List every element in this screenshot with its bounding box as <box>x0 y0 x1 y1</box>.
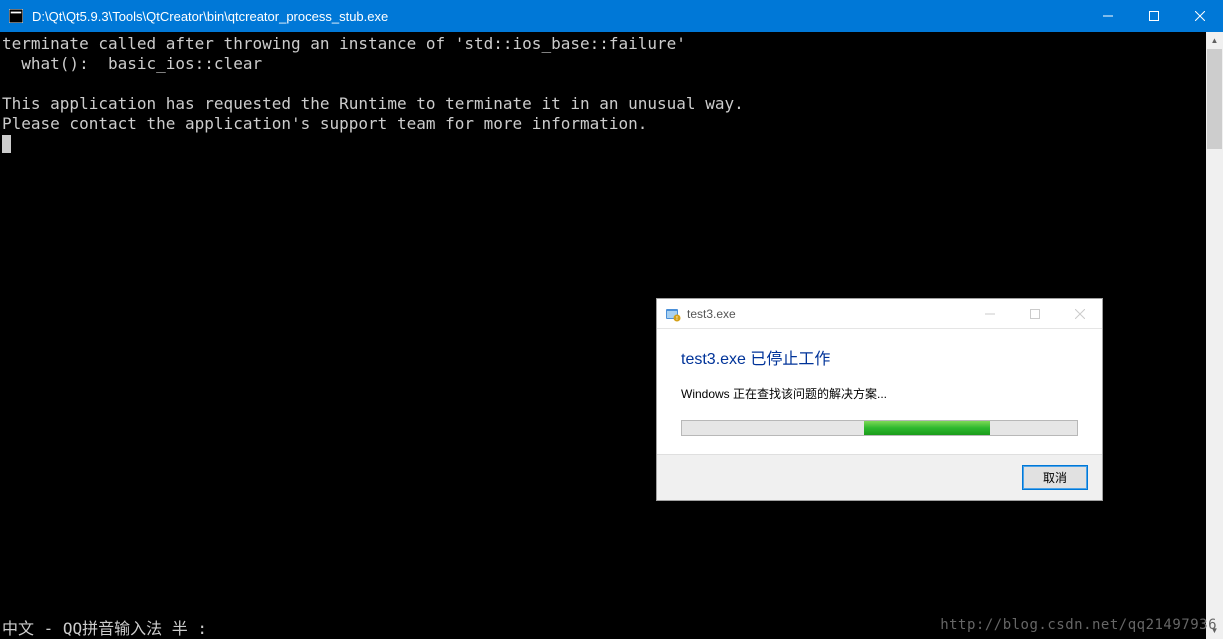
app-crash-icon: ! <box>665 306 681 322</box>
window-controls <box>1085 0 1223 32</box>
error-dialog: ! test3.exe test3.exe 已停止工作 Windows 正 <box>656 298 1103 501</box>
cancel-button[interactable]: 取消 <box>1022 465 1088 490</box>
dialog-close-button[interactable] <box>1057 299 1102 329</box>
minimize-button[interactable] <box>1085 0 1131 32</box>
titlebar-left: D:\Qt\Qt5.9.3\Tools\QtCreator\bin\qtcrea… <box>0 8 388 24</box>
dialog-body: test3.exe 已停止工作 Windows 正在查找该问题的解决方案... <box>657 329 1102 454</box>
maximize-button[interactable] <box>1131 0 1177 32</box>
console-line: what(): basic_ios::clear <box>2 54 262 73</box>
dialog-minimize-button <box>967 299 1012 329</box>
scroll-thumb[interactable] <box>1207 49 1222 149</box>
console-line: This application has requested the Runti… <box>2 94 744 113</box>
dialog-controls <box>967 299 1102 328</box>
titlebar[interactable]: D:\Qt\Qt5.9.3\Tools\QtCreator\bin\qtcrea… <box>0 0 1223 32</box>
progress-bar <box>681 420 1078 436</box>
scroll-up-arrow[interactable]: ▲ <box>1206 32 1223 49</box>
vertical-scrollbar[interactable]: ▲ ▼ <box>1206 32 1223 639</box>
ime-status-bar: 中文 - QQ拼音输入法 半 : <box>2 619 207 639</box>
dialog-titlebar[interactable]: ! test3.exe <box>657 299 1102 329</box>
window-title: D:\Qt\Qt5.9.3\Tools\QtCreator\bin\qtcrea… <box>32 9 388 24</box>
text-cursor <box>2 135 11 153</box>
dialog-footer: 取消 <box>657 454 1102 500</box>
dialog-heading: test3.exe 已停止工作 <box>681 345 1078 369</box>
close-button[interactable] <box>1177 0 1223 32</box>
progress-fill <box>864 421 990 435</box>
watermark-text: http://blog.csdn.net/qq21497936 <box>940 617 1217 633</box>
app-icon <box>8 8 24 24</box>
console-line: Please contact the application's support… <box>2 114 647 133</box>
dialog-maximize-button <box>1012 299 1057 329</box>
dialog-title: test3.exe <box>687 307 736 321</box>
dialog-message: Windows 正在查找该问题的解决方案... <box>681 385 1078 402</box>
console-window: D:\Qt\Qt5.9.3\Tools\QtCreator\bin\qtcrea… <box>0 0 1223 639</box>
console-line: terminate called after throwing an insta… <box>2 34 686 53</box>
dialog-title-left: ! test3.exe <box>665 306 736 322</box>
